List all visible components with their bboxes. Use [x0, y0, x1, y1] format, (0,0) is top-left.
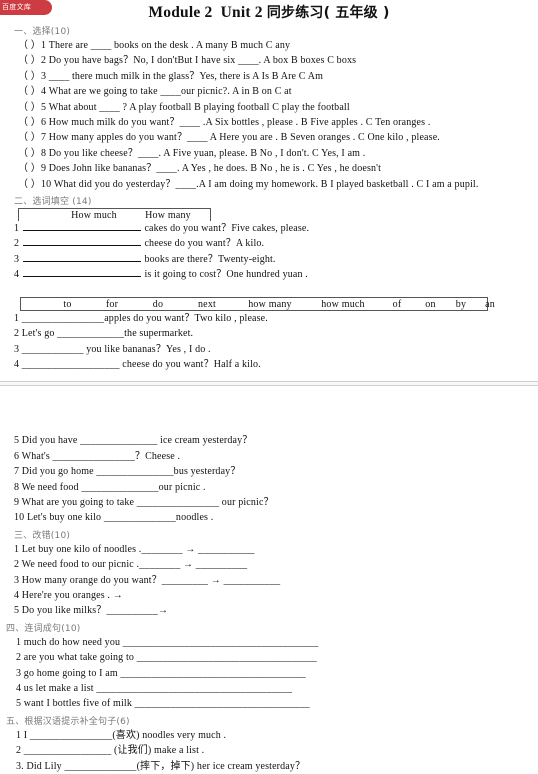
word-bank-option: for [105, 298, 119, 310]
item-text: is it going to cost？One hundred yuan . [144, 269, 308, 281]
fill-blank-item: 7 Did you go home _______________bus yes… [14, 466, 241, 478]
section-two-heading: 二、选词填空 (14) [14, 197, 92, 208]
word-bank-option: to [63, 298, 72, 310]
correction-item: 1 Let buy one kilo of noodles .________ … [14, 543, 255, 555]
section-three-heading: 三、改错(10) [14, 530, 71, 541]
fill-blank-item: 1 cakes do you want？Five cakes, please. [14, 221, 538, 236]
question-item: （ ）8 Do you like cheese？____. A Five yua… [18, 147, 366, 159]
word-order-item: 4 us let make a list ___________________… [16, 683, 293, 694]
fill-blank-item: 8 We need food _______________our picnic… [14, 481, 206, 493]
page-title: Module 2 Unit 2 同步练习( 五年级 ) [0, 0, 538, 22]
question-item: （ ）2 Do you have bags？No, I don'tBut I h… [18, 55, 357, 67]
word-bank-option: next [197, 298, 217, 310]
fill-blank-item: 1 ________________apples do you want？Two… [14, 312, 268, 324]
answer-blank[interactable] [22, 221, 141, 232]
word-bank-option: on [425, 298, 436, 310]
question-item: （ ）4 What are we going to take ____our p… [18, 86, 292, 98]
word-bank-option: how much [321, 298, 365, 310]
page-break-divider [0, 381, 538, 386]
correction-item: 5 Do you like milks？__________→ [14, 605, 169, 617]
word-bank-two: to for do next how many how much of on by an [20, 296, 495, 311]
question-item: （ ）3 ____ there much milk in the glass？Y… [18, 70, 324, 82]
correction-item: 2 We need food to our picnic .________ →… [14, 559, 248, 571]
fill-blank-item: 3 books are there？Twenty-eight. [14, 252, 538, 267]
section-five-heading: 五、根据汉语提示补全句子(6) [6, 716, 130, 727]
question-item: （ ）9 Does John like bananas？____. A Yes … [18, 163, 382, 175]
fill-blank-item: 5 Did you have _______________ ice cream… [14, 435, 253, 447]
item-text: cheese do you want？A kilo. [144, 238, 265, 250]
fill-blank-item: 4 is it going to cost？One hundred yuan . [14, 267, 538, 282]
correction-item: 3 How many orange do you want？_________ … [14, 574, 281, 586]
word-order-item: 1 much do how need you _________________… [16, 636, 319, 648]
word-bank-option: an [485, 298, 495, 310]
word-order-item: 3 go home going to I am ________________… [16, 667, 306, 679]
question-item: （ ）10 What did you do yesterday？____.A I… [18, 178, 479, 190]
item-text: books are there？Twenty-eight. [144, 253, 276, 265]
question-item: （ ）1 There are ____ books on the desk . … [18, 40, 291, 51]
word-bank-option: by [455, 298, 467, 310]
answer-blank[interactable] [22, 267, 141, 278]
answer-blank[interactable] [22, 236, 141, 247]
baidu-wenku-watermark-badge: 百度文库 [0, 0, 52, 15]
word-bank-option: how many [248, 298, 292, 310]
item-number: 3 [14, 253, 20, 265]
fill-blank-item: 4 ___________________ cheese do you want… [14, 358, 261, 370]
question-item: （ ）6 How much milk do you want？____ .A S… [18, 117, 431, 129]
fill-blank-item: 2 cheese do you want？A kilo. [14, 236, 538, 251]
word-order-item: 5 want I bottles five of milk __________… [16, 698, 310, 710]
correction-item: 4 Here're you oranges . → [14, 589, 123, 601]
item-text: cakes do you want？Five cakes, please. [144, 223, 310, 235]
question-item: （ ）7 How many apples do you want？____ A … [18, 132, 440, 144]
question-item: （ ）5 What about ____ ? A play football B… [18, 101, 350, 113]
title-module: Module 2 [148, 4, 213, 21]
fill-blank-item: 6 What's ________________？Cheese . [14, 450, 181, 462]
fill-blank-item: 10 Let's buy one kilo ______________nood… [14, 512, 214, 524]
section-four-heading: 四、连词成句(10) [6, 623, 81, 634]
title-chinese: 同步练习( 五年级 ) [266, 5, 390, 21]
translation-item: 2 _________________ (让我们) make a list . [16, 745, 205, 757]
worksheet-page: 百度文库 Module 2 Unit 2 同步练习( 五年级 ) 一、选择(10… [0, 0, 538, 772]
answer-blank[interactable] [22, 252, 141, 262]
word-bank-option: of [392, 298, 402, 310]
translation-item: 3. Did Lily ______________(摔下，掉下) her ic… [16, 760, 306, 772]
section-one-heading: 一、选择(10) [14, 27, 71, 37]
item-number: 1 [14, 223, 20, 235]
fill-blank-item: 3 ____________ you like bananas？Yes , I … [14, 343, 211, 355]
fill-blank-item: 2 Let's go _____________the supermarket. [14, 328, 194, 340]
item-number: 4 [14, 269, 20, 281]
word-bank-option: do [152, 298, 164, 310]
word-order-item: 2 are you what take going to ___________… [16, 652, 317, 664]
word-bank-one: How much How many [18, 208, 211, 222]
title-unit: Unit 2 [220, 4, 263, 21]
fill-blank-item: 9 What are you going to take ___________… [14, 496, 274, 508]
item-number: 2 [14, 238, 20, 250]
